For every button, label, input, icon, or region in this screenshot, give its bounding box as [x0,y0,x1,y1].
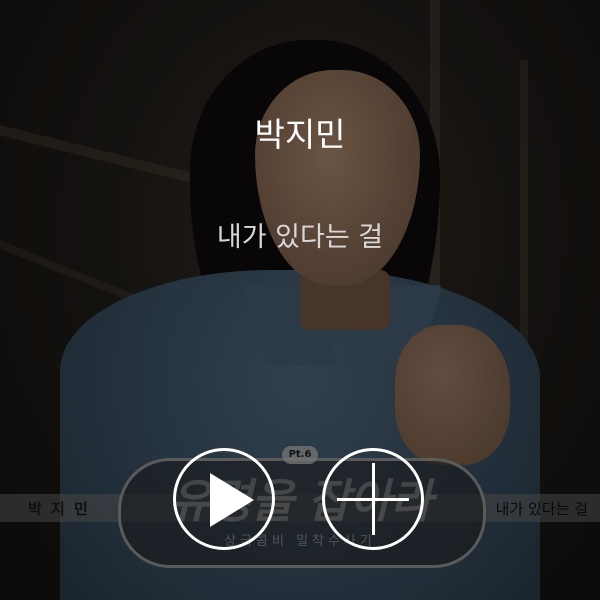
plus-icon-vertical [372,463,375,535]
play-icon [210,473,254,527]
album-cover: 박 지 민 내가 있다는 걸 Pt.6 유령을 잡아라 상극콤비 밀착수사기 [0,0,600,600]
play-button[interactable] [173,448,275,550]
song-title: 내가 있다는 걸 [216,222,384,253]
artist-name: 박지민 [254,115,346,154]
add-button[interactable] [322,448,424,550]
player-stage: 박 지 민 내가 있다는 걸 Pt.6 유령을 잡아라 상극콤비 밀착수사기 박… [0,0,600,600]
dim-overlay [0,0,600,600]
